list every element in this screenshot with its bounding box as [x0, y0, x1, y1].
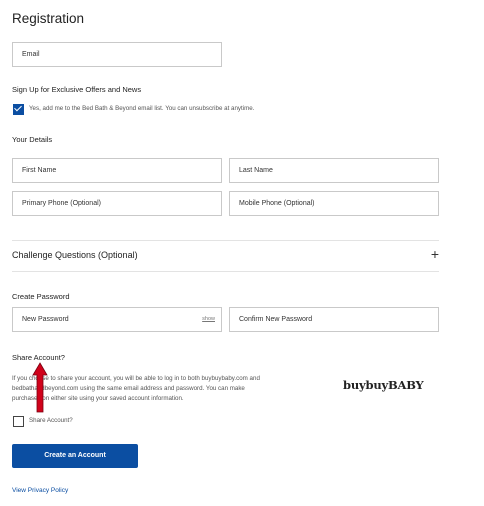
share-account-checkbox[interactable] — [13, 416, 24, 427]
show-password-link[interactable]: show — [202, 308, 215, 331]
buybuybaby-logo: buybuyBABY — [343, 378, 424, 392]
create-account-button[interactable]: Create an Account — [12, 444, 138, 468]
first-name-field[interactable]: First Name — [12, 158, 222, 183]
challenge-questions-label: Challenge Questions (Optional) — [12, 250, 138, 260]
share-desc-line: If you choose to share your account, you… — [12, 375, 260, 382]
new-password-field[interactable]: New Password show — [12, 307, 222, 332]
new-password-placeholder: New Password — [22, 316, 69, 323]
offers-heading: Sign Up for Exclusive Offers and News — [12, 85, 142, 94]
plus-icon[interactable]: + — [431, 246, 439, 262]
divider — [12, 271, 439, 272]
confirm-password-field[interactable]: Confirm New Password — [229, 307, 439, 332]
page-title: Registration — [12, 11, 85, 26]
share-account-heading: Share Account? — [12, 353, 65, 362]
primary-phone-field[interactable]: Primary Phone (Optional) — [12, 191, 222, 216]
share-account-checkbox-label: Share Account? — [29, 417, 73, 424]
email-list-checkbox[interactable] — [13, 104, 24, 115]
email-field[interactable]: Email — [12, 42, 222, 67]
share-desc-line: purchases on either site using your save… — [12, 395, 184, 402]
privacy-policy-link[interactable]: View Privacy Policy — [12, 487, 68, 494]
challenge-questions-toggle[interactable]: Challenge Questions (Optional) + — [12, 245, 439, 267]
divider — [12, 240, 439, 241]
your-details-heading: Your Details — [12, 135, 53, 144]
last-name-field[interactable]: Last Name — [229, 158, 439, 183]
share-account-description: If you choose to share your account, you… — [12, 374, 332, 404]
create-password-heading: Create Password — [12, 292, 70, 301]
mobile-phone-field[interactable]: Mobile Phone (Optional) — [229, 191, 439, 216]
email-list-label: Yes, add me to the Bed Bath & Beyond ema… — [29, 105, 255, 112]
arrow-up-icon — [32, 362, 48, 413]
share-desc-line: bedbathandbeyond.com using the same emai… — [12, 385, 245, 392]
